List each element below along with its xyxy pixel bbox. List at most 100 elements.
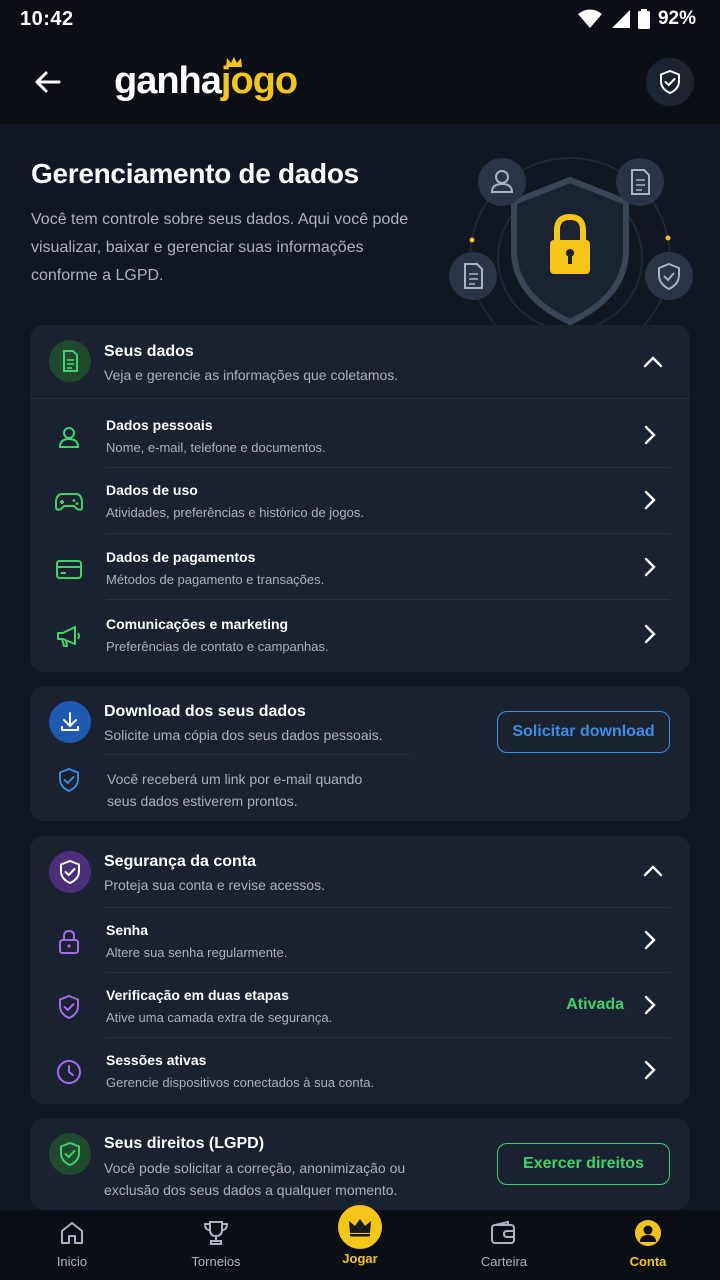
list-item-sessoes-ativas[interactable]: Sessões ativas Gerencie dispositivos con… (30, 1037, 690, 1103)
direitos-line2: exclusão dos seus dados a qualquer momen… (104, 1182, 398, 1198)
nav-item-inicio[interactable]: Inicio (0, 1210, 144, 1280)
chevron-right-icon (638, 488, 662, 512)
nav-item-torneios[interactable]: Torneios (144, 1210, 288, 1280)
shield-check-icon (58, 768, 82, 794)
shield-check-icon (54, 992, 84, 1022)
user-icon (633, 1218, 663, 1248)
app-logo: ganha jogo (114, 57, 298, 103)
list-item-dados-pessoais[interactable]: Dados pessoais Nome, e-mail, telefone e … (30, 402, 690, 468)
download-subtitle: Solicite uma cópia dos seus dados pessoa… (104, 727, 383, 743)
battery-icon (637, 9, 650, 29)
bottom-navigation: Inicio Torneios Jogar Carteira Conta (0, 1205, 720, 1280)
download-note-line2: seus dados estiverem prontos. (107, 793, 298, 809)
divider (104, 754, 409, 755)
nav-label: Torneios (191, 1254, 241, 1269)
item-subtitle: Atividades, preferências e histórico de … (106, 505, 364, 520)
seguranca-card: Segurança da conta Proteja sua conta e r… (30, 836, 690, 1104)
list-item-dados-de-pagamentos[interactable]: Dados de pagamentos Métodos de pagamento… (30, 534, 690, 600)
direitos-title: Seus direitos (LGPD) (104, 1135, 265, 1152)
collapse-button[interactable] (640, 349, 666, 375)
collapse-button[interactable] (640, 858, 666, 884)
nav-label: Inicio (56, 1254, 88, 1269)
logo-text-jogo: jogo (221, 57, 298, 103)
seus-dados-title: Seus dados (104, 343, 194, 360)
chevron-right-icon (638, 1058, 662, 1082)
direitos-description: Você pode solicitar a correção, anonimiz… (104, 1157, 405, 1201)
list-item-comunicacoes-marketing[interactable]: Comunicações e marketing Preferências de… (30, 601, 690, 667)
divider (106, 599, 670, 600)
item-title: Senha (106, 922, 149, 938)
status-icons: 92% (577, 8, 696, 30)
item-title: Verificação em duas etapas (106, 987, 289, 1003)
battery-percentage: 92% (657, 8, 696, 29)
status-bar: 10:42 92% (0, 0, 720, 38)
page-description: Você tem controle sobre seus dados. Aqui… (31, 211, 409, 284)
seguranca-header[interactable]: Segurança da conta Proteja sua conta e r… (30, 836, 690, 908)
status-badge: Ativada (566, 996, 624, 1013)
nav-label: Conta (629, 1254, 667, 1269)
list-item-verificacao-duas-etapas[interactable]: Verificação em duas etapas Ative uma cam… (30, 972, 690, 1038)
back-button[interactable] (30, 65, 64, 99)
app-header: ganha jogo (0, 38, 720, 124)
list-item-senha[interactable]: Senha Altere sua senha regularmente. (30, 907, 690, 973)
lock-icon (54, 927, 84, 957)
crown-icon (338, 1205, 382, 1249)
clock-icon (54, 1057, 84, 1087)
solicitar-download-button[interactable]: Solicitar download (497, 711, 670, 753)
item-subtitle: Métodos de pagamento e transações. (106, 572, 325, 587)
wifi-icon (577, 9, 602, 28)
item-subtitle: Altere sua senha regularmente. (106, 945, 288, 960)
exercer-direitos-button[interactable]: Exercer direitos (497, 1143, 670, 1185)
nav-item-carteira[interactable]: Carteira (432, 1210, 576, 1280)
seguranca-subtitle: Proteja sua conta e revise acessos. (104, 877, 326, 893)
security-illustration (449, 157, 693, 326)
divider (30, 398, 690, 399)
main-content[interactable]: Gerenciamento de dados Você tem controle… (0, 124, 720, 1210)
item-title: Comunicações e marketing (106, 616, 289, 632)
nav-item-jogar[interactable]: Jogar (288, 1205, 432, 1280)
logo-text-ganha: ganha (114, 60, 222, 102)
seus-dados-card: Seus dados Veja e gerencie as informaçõe… (30, 325, 690, 672)
home-icon (57, 1218, 87, 1248)
chevron-right-icon (638, 423, 662, 447)
chevron-right-icon (638, 928, 662, 952)
chevron-up-icon (643, 356, 663, 368)
gamepad-icon (54, 487, 84, 517)
item-subtitle: Preferências de contato e campanhas. (106, 639, 329, 654)
list-item-dados-de-uso[interactable]: Dados de uso Atividades, preferências e … (30, 467, 690, 533)
shield-icon (49, 851, 91, 893)
item-subtitle: Nome, e-mail, telefone e documentos. (106, 440, 326, 455)
signal-icon (611, 10, 630, 28)
nav-label: Carteira (480, 1254, 528, 1269)
crown-icon (225, 57, 242, 67)
arrow-left-icon (35, 71, 61, 93)
user-bubble (478, 158, 526, 206)
item-title: Sessões ativas (106, 1052, 207, 1068)
direitos-card: Seus direitos (LGPD) Você pode solicitar… (30, 1118, 690, 1210)
wallet-icon (489, 1218, 519, 1248)
megaphone-icon (54, 621, 84, 651)
document-icon (49, 340, 91, 382)
document-bubble-left (449, 252, 497, 300)
download-icon (49, 701, 91, 743)
shield-check-icon (660, 70, 680, 94)
download-title: Download dos seus dados (104, 703, 306, 720)
download-note: Você receberá um link por e-mail quando … (107, 768, 362, 812)
download-note-line1: Você receberá um link por e-mail quando (107, 771, 363, 787)
chevron-right-icon (638, 555, 662, 579)
seguranca-title: Segurança da conta (104, 853, 257, 870)
item-title: Dados pessoais (106, 417, 213, 433)
trophy-icon (201, 1218, 231, 1248)
user-icon (54, 422, 84, 452)
nav-item-conta[interactable]: Conta (576, 1210, 720, 1280)
page-title: Gerenciamento de dados (31, 158, 359, 189)
security-shield-button[interactable] (646, 58, 694, 106)
download-card: Download dos seus dados Solicite uma cóp… (30, 686, 690, 821)
credit-card-icon (54, 554, 84, 584)
shield-check-icon (49, 1133, 91, 1175)
document-bubble-top (616, 158, 664, 206)
nav-label: Jogar (342, 1251, 378, 1266)
seus-dados-header[interactable]: Seus dados Veja e gerencie as informaçõe… (30, 325, 690, 397)
item-title: Dados de pagamentos (106, 549, 256, 565)
chevron-right-icon (638, 993, 662, 1017)
